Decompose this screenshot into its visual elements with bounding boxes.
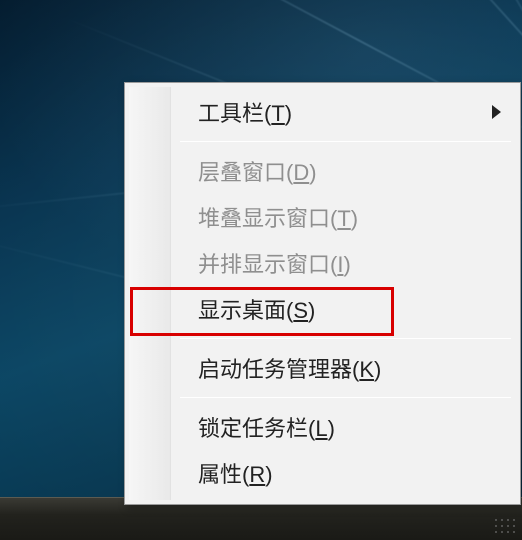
taskbar-grip	[492, 516, 516, 536]
menu-item-label: 锁定任务栏(L)	[198, 411, 335, 443]
menu-item-cascade-windows[interactable]: 层叠窗口(D)	[128, 148, 517, 194]
menu-item-toolbars[interactable]: 工具栏(T)	[128, 89, 517, 135]
menu-item-task-manager[interactable]: 启动任务管理器(K)	[128, 345, 517, 391]
menu-item-stack-windows[interactable]: 堆叠显示窗口(T)	[128, 194, 517, 240]
menu-item-label: 启动任务管理器(K)	[198, 352, 381, 384]
menu-item-side-by-side-windows[interactable]: 并排显示窗口(I)	[128, 240, 517, 286]
menu-item-label: 堆叠显示窗口(T)	[198, 201, 358, 233]
menu-separator	[180, 141, 511, 142]
submenu-arrow-icon	[492, 105, 501, 119]
menu-item-label: 属性(R)	[198, 457, 273, 489]
taskbar-context-menu: 工具栏(T) 层叠窗口(D) 堆叠显示窗口(T) 并排显示窗口(I) 显示桌面(…	[124, 82, 521, 505]
menu-item-label: 层叠窗口(D)	[198, 155, 317, 187]
menu-item-properties[interactable]: 属性(R)	[128, 450, 517, 496]
menu-separator	[180, 397, 511, 398]
menu-separator	[180, 338, 511, 339]
menu-item-lock-taskbar[interactable]: 锁定任务栏(L)	[128, 404, 517, 450]
menu-item-show-desktop[interactable]: 显示桌面(S)	[128, 286, 517, 332]
menu-list: 工具栏(T) 层叠窗口(D) 堆叠显示窗口(T) 并排显示窗口(I) 显示桌面(…	[128, 89, 517, 496]
menu-item-label: 工具栏(T)	[198, 96, 292, 128]
menu-item-label: 显示桌面(S)	[198, 293, 315, 325]
menu-item-label: 并排显示窗口(I)	[198, 247, 351, 279]
